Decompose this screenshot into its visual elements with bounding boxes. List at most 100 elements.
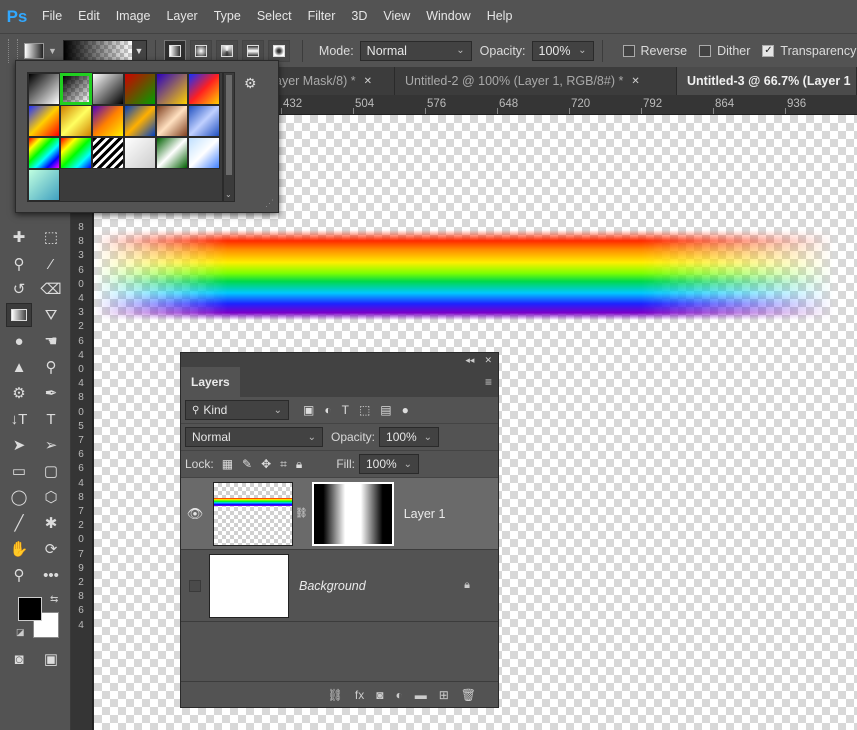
gradient-preview[interactable] [63, 40, 132, 61]
lock-transparent-icon[interactable]: ▦ [222, 457, 233, 472]
lock-icon[interactable]: 🔒︎ [464, 579, 470, 592]
custom-shape-tool-icon[interactable]: ✱ [38, 511, 64, 535]
brush-tool-icon[interactable]: ⁄ [38, 252, 64, 276]
collapse-icon[interactable]: ◂◂ [465, 355, 474, 366]
lock-artboard-icon[interactable]: ⌗ [280, 457, 287, 472]
layer-opacity-value[interactable]: 100% [386, 430, 417, 444]
mode-select[interactable]: Normal ⌄ [359, 40, 472, 61]
menu-item-view[interactable]: View [375, 0, 418, 33]
tab-document-2[interactable]: Untitled-2 @ 100% (Layer 1, RGB/8#) * ✕ [395, 67, 677, 95]
polygon-tool-icon[interactable]: ⬡ [38, 485, 64, 509]
layer-thumbnail[interactable] [209, 553, 289, 618]
dodge-tool-icon[interactable]: ⚲ [38, 355, 64, 379]
filter-toggle-icon[interactable]: ● [402, 403, 409, 417]
gradient-tool-icon[interactable] [6, 303, 32, 327]
opacity-value[interactable]: 100% [539, 44, 571, 58]
menu-item-layer[interactable]: Layer [158, 0, 205, 33]
gradient-preset-swatch[interactable] [92, 105, 124, 137]
fx-icon[interactable]: fx [355, 688, 364, 702]
hand-tool-icon[interactable]: ✋ [6, 537, 32, 561]
menu-item-image[interactable]: Image [108, 0, 159, 33]
gradient-preset-swatch[interactable] [124, 73, 156, 105]
dither-checkbox[interactable] [699, 44, 712, 57]
pixel-filter-icon[interactable]: ▣ [303, 403, 314, 417]
adjustment-filter-icon[interactable]: ◐ [324, 403, 331, 417]
angle-gradient-button[interactable] [215, 39, 238, 62]
filter-kind-select[interactable]: ⚲ Kind ⌄ [185, 400, 289, 420]
radial-gradient-button[interactable] [189, 39, 212, 62]
rectangle-tool-icon[interactable]: ▭ [6, 459, 32, 483]
eraser-tool-icon[interactable]: ⌫ [38, 277, 64, 301]
menu-item-select[interactable]: Select [249, 0, 300, 33]
gradient-preset-swatch[interactable] [156, 73, 188, 105]
reflected-gradient-button[interactable] [241, 39, 264, 62]
trash-icon[interactable]: 🗑︎ [461, 688, 476, 702]
resize-grip-icon[interactable]: ⋰ [265, 198, 274, 209]
history-brush-tool-icon[interactable]: ↺ [6, 277, 32, 301]
zoom-tool-icon[interactable]: ⚲ [6, 563, 32, 587]
pen-tool-icon[interactable]: ✒ [38, 381, 64, 405]
tool-preset-picker[interactable] [24, 42, 44, 59]
gradient-preset-swatch[interactable] [92, 137, 124, 169]
visibility-toggle[interactable] [189, 579, 201, 592]
panel-menu-icon[interactable]: ≡ [485, 375, 492, 389]
gradient-preset-swatch[interactable] [60, 105, 92, 137]
foreground-color-swatch[interactable] [18, 597, 42, 621]
opacity-field[interactable]: 100% ⌄ [531, 40, 594, 61]
lock-image-icon[interactable]: ✎ [242, 457, 252, 472]
menu-item-filter[interactable]: Filter [300, 0, 344, 33]
layer-mask-thumbnail[interactable] [311, 481, 394, 546]
gradient-preset-swatch[interactable] [188, 73, 220, 105]
menu-item-3d[interactable]: 3D [343, 0, 375, 33]
menu-item-window[interactable]: Window [418, 0, 478, 33]
lock-all-icon[interactable]: 🔒︎ [296, 457, 302, 472]
linear-gradient-button[interactable] [163, 39, 186, 62]
gradient-preset-swatch[interactable] [124, 105, 156, 137]
ellipse-tool-icon[interactable]: ◯ [6, 485, 32, 509]
smart-object-filter-icon[interactable]: ▤ [380, 403, 391, 417]
menu-item-type[interactable]: Type [206, 0, 249, 33]
layer-name[interactable]: Background [299, 579, 366, 593]
close-icon[interactable]: ✕ [364, 76, 372, 87]
smudge-tool-icon[interactable]: ☚ [38, 329, 64, 353]
link-icon[interactable]: ⛓ [295, 508, 308, 519]
fill-field[interactable]: 100% ⌄ [358, 454, 419, 474]
scroll-thumb[interactable] [226, 75, 232, 175]
chevron-down-icon[interactable]: ⌄ [578, 45, 586, 56]
healing-brush-tool-icon[interactable]: ✚ [6, 225, 32, 249]
blend-mode-select[interactable]: Normal ⌄ [185, 427, 323, 447]
tab-layers[interactable]: Layers [181, 367, 240, 397]
gradient-preset-swatch[interactable] [28, 73, 60, 105]
vertical-type-tool-icon[interactable]: ↓T [6, 407, 32, 431]
options-grip[interactable] [8, 38, 18, 63]
new-group-icon[interactable]: ▬ [415, 688, 427, 702]
transparency-checkbox[interactable]: ✓ [762, 44, 775, 57]
gradient-preset-swatch[interactable] [156, 105, 188, 137]
default-colors-icon[interactable]: ◪ [16, 627, 25, 638]
eye-icon[interactable]: 👁︎ [181, 506, 209, 522]
close-icon[interactable]: ✕ [631, 76, 639, 87]
menu-item-edit[interactable]: Edit [70, 0, 108, 33]
layer-thumbnail[interactable] [213, 481, 293, 546]
chevron-down-icon[interactable]: ▼ [131, 40, 146, 61]
screen-mode-icon[interactable]: ▣ [38, 647, 64, 671]
gradient-preset-swatch[interactable] [60, 137, 92, 169]
clone-stamp-tool-icon[interactable]: ⚲ [6, 252, 32, 276]
gradient-preset-swatch[interactable] [92, 73, 124, 105]
picker-scrollbar[interactable]: ⌄ [223, 72, 235, 202]
tab-document-1[interactable]: ayer Mask/8) * ✕ [265, 67, 395, 95]
sponge-tool-icon[interactable]: ⚙ [6, 381, 32, 405]
fill-value[interactable]: 100% [366, 457, 397, 471]
sharpen-tool-icon[interactable]: ▲ [6, 355, 32, 379]
adjustment-layer-icon[interactable]: ◐ [395, 688, 402, 702]
layer-opacity-field[interactable]: 100% ⌄ [379, 427, 440, 447]
layer-row-background[interactable]: Background 🔒︎ [181, 550, 498, 622]
gradient-preset-swatch[interactable] [28, 137, 60, 169]
chevron-down-icon[interactable]: ⌄ [424, 432, 432, 443]
blur-tool-icon[interactable]: ● [6, 329, 32, 353]
menu-item-file[interactable]: File [34, 0, 70, 33]
gradient-preset-swatch[interactable] [188, 105, 220, 137]
line-tool-icon[interactable]: ╱ [6, 511, 32, 535]
layer-row-layer-1[interactable]: 👁︎ ⛓ Layer 1 [181, 478, 498, 550]
link-layers-icon[interactable]: ⛓ [328, 688, 343, 702]
